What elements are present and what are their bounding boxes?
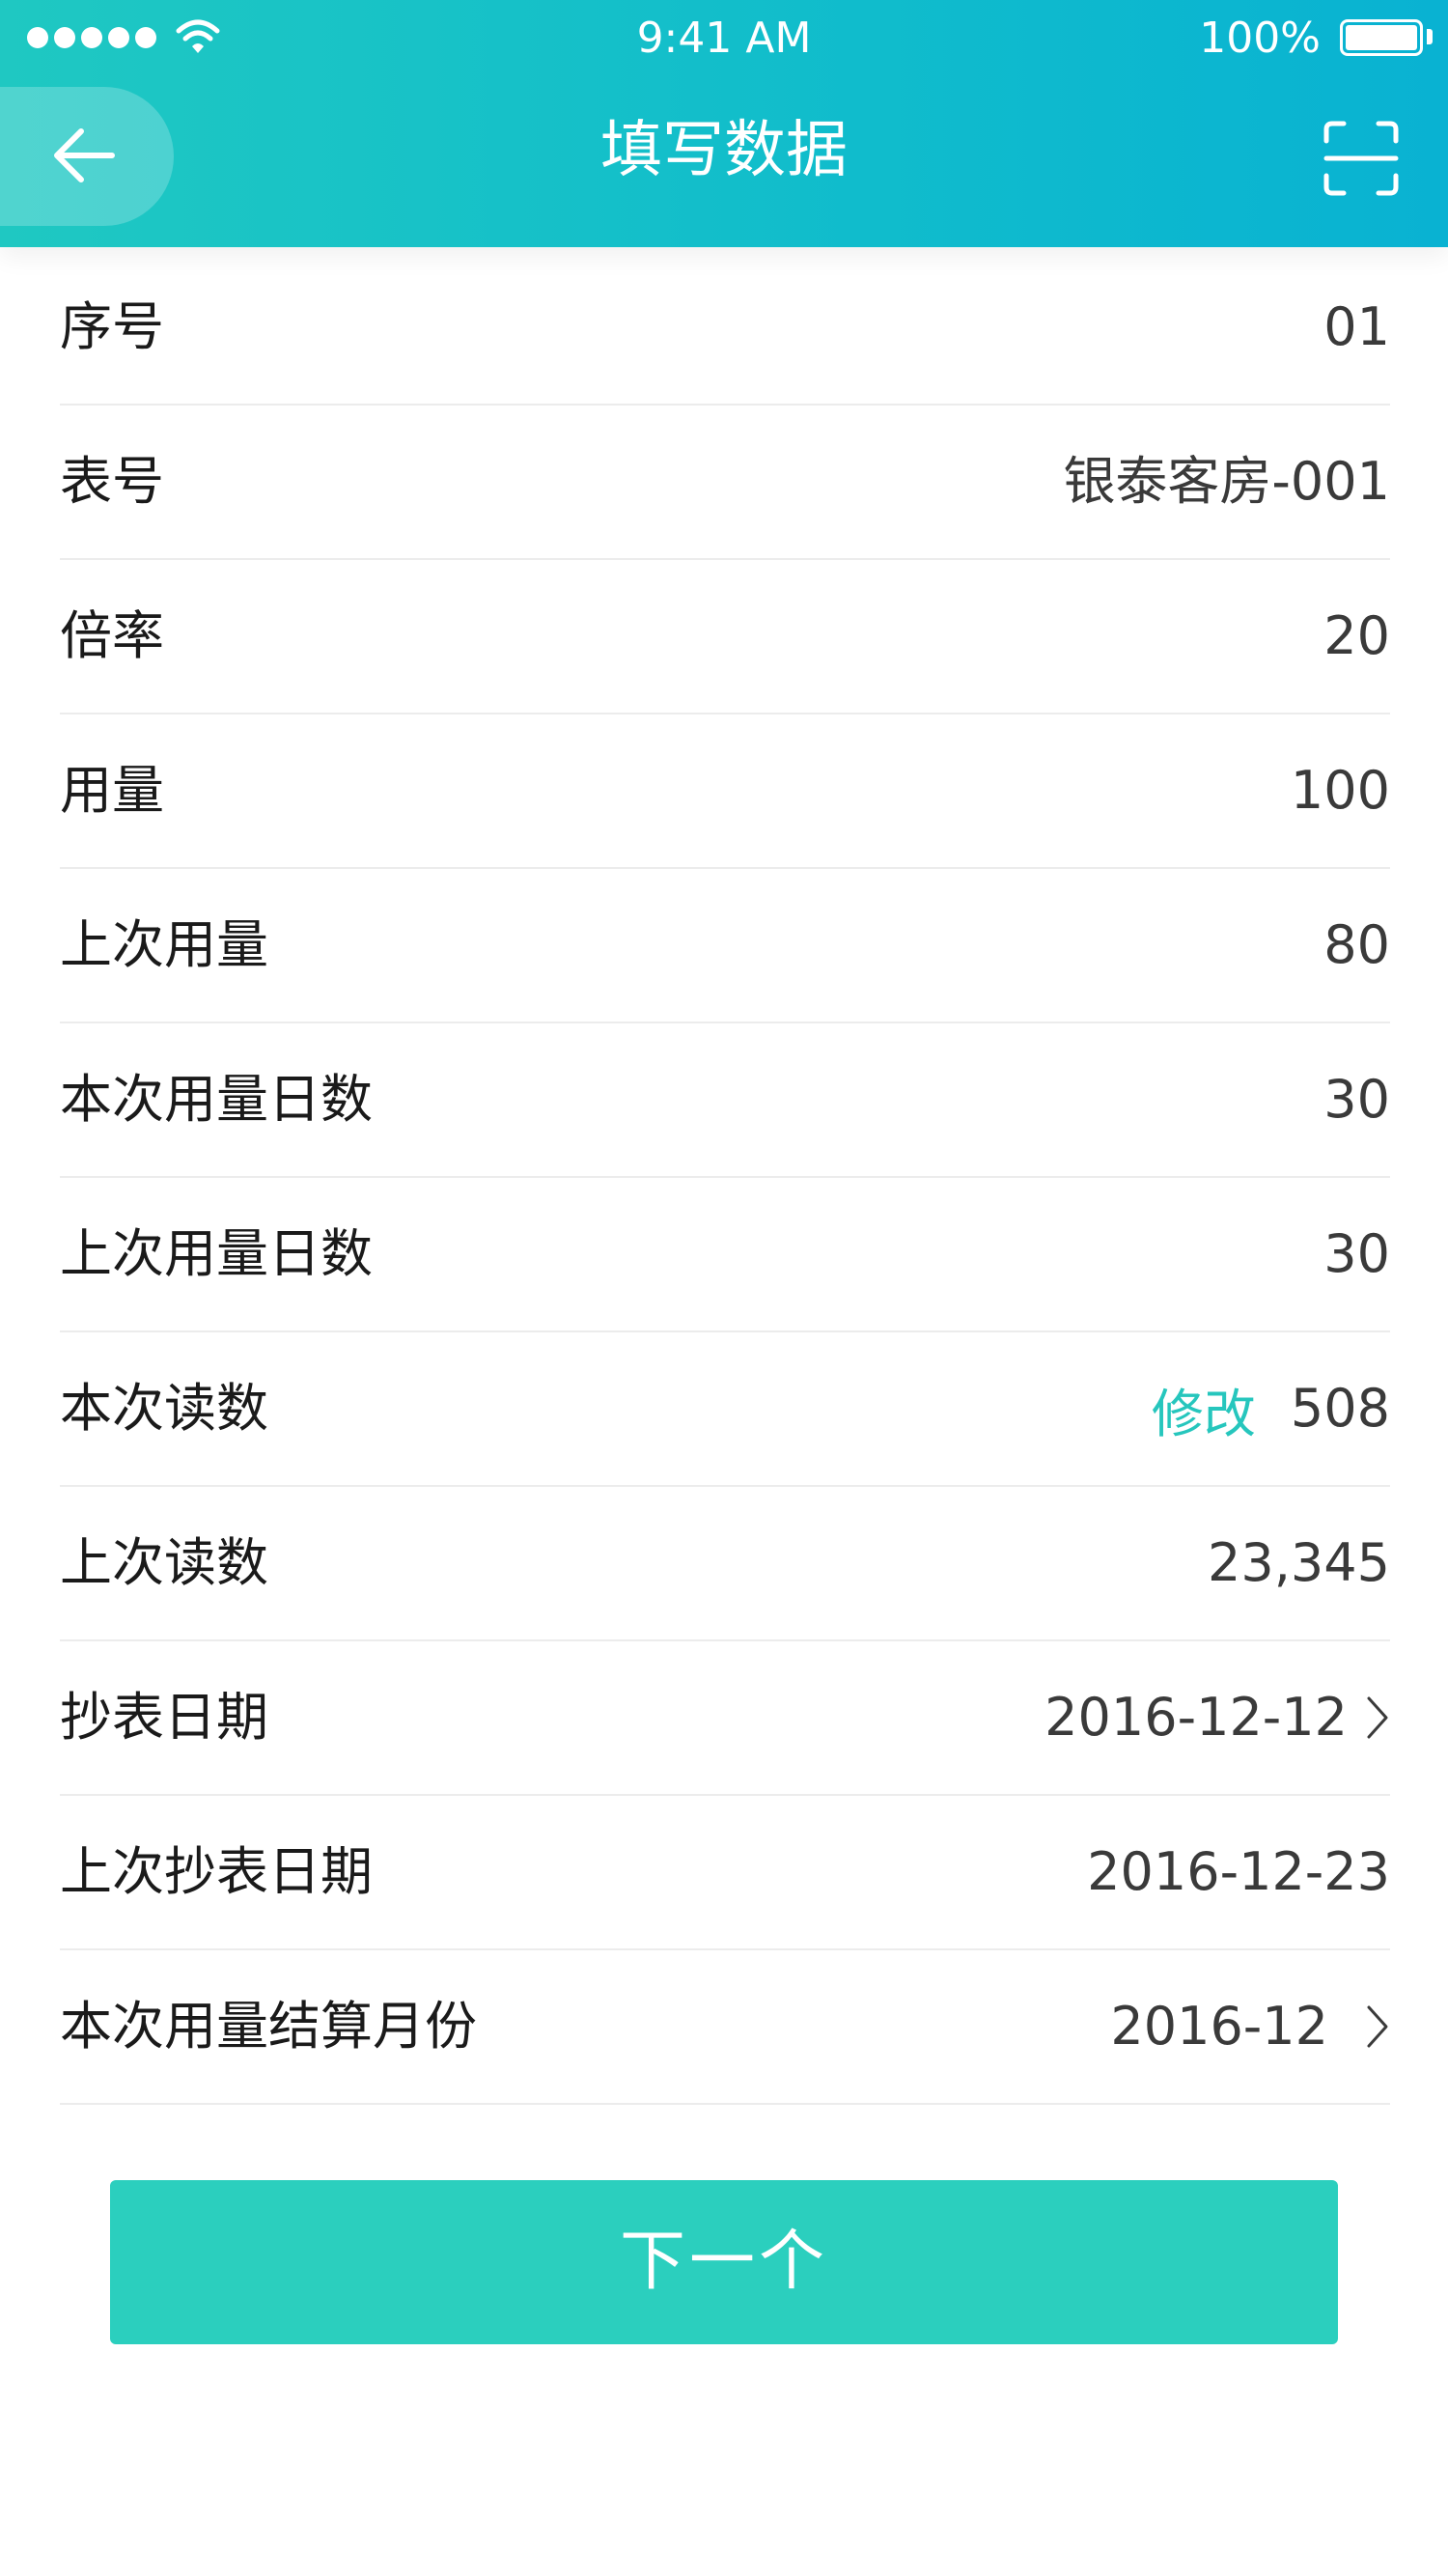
row-value: 20 — [1323, 605, 1390, 666]
row-value: 80 — [1323, 914, 1390, 975]
fill-data-page: 9:41 AM 100% 填写数据 序号 01 表号 银泰客房-001 倍率 2 — [0, 0, 1448, 2576]
row-last-reading-date: 上次抄表日期 2016-12-23 — [60, 1796, 1390, 1950]
row-label: 用量 — [60, 760, 164, 821]
scan-icon[interactable] — [1323, 120, 1400, 197]
row-label: 本次读数 — [60, 1378, 268, 1439]
status-bar: 9:41 AM 100% — [0, 0, 1448, 81]
edit-reading-link[interactable]: 修改 — [1152, 1371, 1256, 1447]
row-label: 上次抄表日期 — [60, 1841, 373, 1902]
row-value: 508 — [1290, 1378, 1390, 1439]
row-label: 本次用量日数 — [60, 1069, 373, 1130]
chevron-right-icon — [1367, 2005, 1388, 2048]
next-button[interactable]: 下一个 — [110, 2180, 1338, 2344]
row-label: 倍率 — [60, 605, 164, 666]
row-reading-date[interactable]: 抄表日期 2016-12-12 — [60, 1641, 1390, 1796]
row-label: 序号 — [60, 296, 164, 357]
row-label: 上次用量日数 — [60, 1223, 373, 1284]
row-meter-number: 表号 银泰客房-001 — [60, 406, 1390, 560]
row-label: 表号 — [60, 451, 164, 512]
row-value: 100 — [1290, 760, 1390, 821]
row-value: 2016-12-23 — [1087, 1841, 1390, 1902]
row-value: 2016-12 — [1110, 1996, 1328, 2057]
page-title: 填写数据 — [600, 115, 848, 186]
row-value: 30 — [1323, 1223, 1390, 1284]
row-current-reading: 本次读数 修改 508 — [60, 1332, 1390, 1487]
row-settlement-month[interactable]: 本次用量结算月份 2016-12 — [60, 1950, 1390, 2105]
row-current-usage-days: 本次用量日数 30 — [60, 1023, 1390, 1178]
row-value: 银泰客房-001 — [1063, 451, 1390, 512]
row-usage: 用量 100 — [60, 714, 1390, 869]
row-last-usage-days: 上次用量日数 30 — [60, 1178, 1390, 1332]
row-label: 本次用量结算月份 — [60, 1996, 477, 2057]
row-value: 01 — [1323, 296, 1390, 357]
battery-percent: 100% — [1199, 14, 1321, 63]
row-serial: 序号 01 — [60, 251, 1390, 406]
row-value: 2016-12-12 — [1044, 1687, 1348, 1748]
row-label: 上次用量 — [60, 914, 268, 975]
row-multiplier: 倍率 20 — [60, 560, 1390, 714]
header: 9:41 AM 100% 填写数据 — [0, 0, 1448, 247]
row-value: 23,345 — [1208, 1532, 1390, 1593]
form-list: 序号 01 表号 银泰客房-001 倍率 20 用量 100 上次用量 80 本… — [60, 251, 1390, 2105]
row-value: 30 — [1323, 1069, 1390, 1130]
row-last-reading: 上次读数 23,345 — [60, 1487, 1390, 1641]
chevron-right-icon — [1367, 1696, 1388, 1739]
battery-tip — [1427, 29, 1433, 44]
battery-icon — [1340, 19, 1423, 56]
row-label: 上次读数 — [60, 1532, 268, 1593]
row-label: 抄表日期 — [60, 1687, 268, 1748]
row-last-usage: 上次用量 80 — [60, 869, 1390, 1023]
